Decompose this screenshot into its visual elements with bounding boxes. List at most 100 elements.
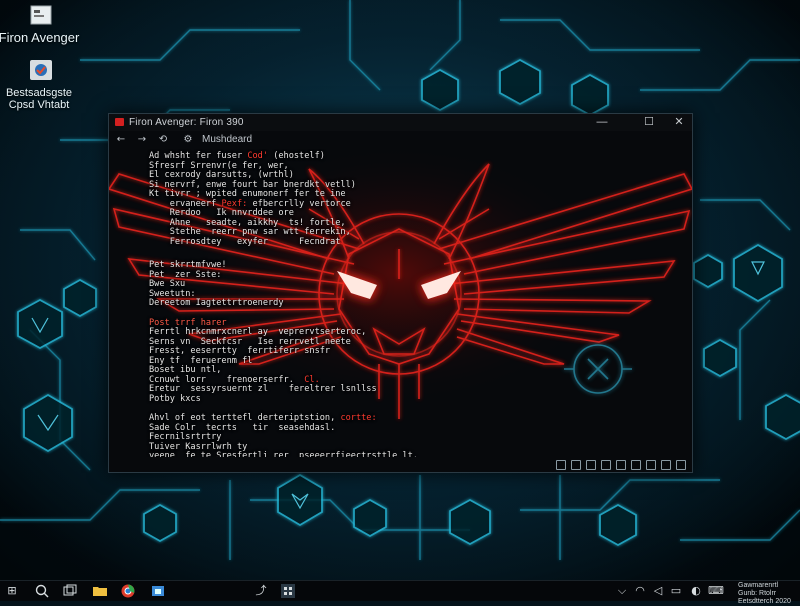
terminal-text: Dereetom Iagtettrtroenerdy <box>149 298 284 308</box>
security-app-icon <box>30 60 52 80</box>
terminal-line: Boset ibu ntl, <box>149 365 221 375</box>
app-window[interactable]: Firon Avenger: Firon 390 — ☐ ✕ ← → ⟲ ⚙ M… <box>108 113 693 473</box>
terminal-line: El cexrody darsutts, (wrthl) <box>149 170 294 180</box>
terminal-line: Si nervrf, enwe fourt bar bnerdkt vetll) <box>149 180 356 190</box>
terminal-text: Post trrf harer <box>149 317 227 328</box>
back-arrow-icon[interactable]: ← <box>114 134 128 145</box>
terminal-line: Pet skrrtmfvwe! <box>149 260 227 270</box>
terminal-line: Sfresrf Srrenvr(e fer, wer, <box>149 161 289 171</box>
desktop-icon-label: Bestsadsgste Cpsd Vhtabt <box>5 87 73 111</box>
terminal-line: Fresst, eeserrtty ferrtiferr snsfr <box>149 346 330 356</box>
terminal-text: Pet zer Sste: <box>149 269 222 280</box>
terminal-text: Fresst, eeserrtty ferrtiferr snsfr <box>149 346 331 356</box>
start-button[interactable]: ⊞ <box>4 583 20 599</box>
terminal-text: Sweetutn: <box>149 288 196 299</box>
keyboard-icon[interactable]: ⌨ <box>708 583 724 599</box>
terminal-text: Ad whsht fer fuser <box>149 151 248 161</box>
terminal-text: Bwe Sxu <box>149 279 186 289</box>
terminal-line: Sade Colr tecrts tir seasehdasl. <box>149 423 335 433</box>
terminal-content[interactable]: Ad whsht fer fuser Cod' (ehostelf) Sfresr… <box>109 149 692 457</box>
terminal-line: Potby kxcs <box>149 394 201 404</box>
terminal-text: Stethe reerr pnw sar wtt ferrekin, <box>149 227 351 237</box>
terminal-text: Ahne seadte, aikkhy ts! fortle, <box>149 217 346 228</box>
terminal-line: ervaneerf Pexf: efbercrlly vertorce <box>149 199 351 209</box>
wifi-icon[interactable]: ◠ <box>632 583 648 599</box>
terminal-text: Kt tivrr ; wpited enumonerf fer te ine <box>149 189 346 199</box>
terminal-line: Fecrnilsrtrtry <box>149 432 221 442</box>
store-icon[interactable] <box>150 583 166 599</box>
window-toolbar: ← → ⟲ ⚙ Mushdeard <box>109 132 692 148</box>
terminal-text: Eretur sessyrsuernt zl fereltrer lsnllss <box>149 384 377 394</box>
app-window-icon <box>30 5 52 25</box>
terminal-text: ervaneerf <box>149 198 222 209</box>
status-icon[interactable] <box>571 460 581 470</box>
maximize-button[interactable]: ☐ <box>638 115 660 130</box>
network-icon[interactable]: ⌵ <box>614 583 630 599</box>
status-icon[interactable] <box>616 460 626 470</box>
system-clock[interactable]: Gawmarenrtl Gunb: Rtolrr Eetsdtterch 202… <box>738 582 800 606</box>
terminal-text: Ferrosdtey exyfer Fecndrat <box>149 236 341 247</box>
battery-icon[interactable]: ◐ <box>688 583 704 599</box>
status-icon[interactable] <box>601 460 611 470</box>
terminal-text: Ahvl of eot terttefl derteriptstion, <box>149 413 341 423</box>
gear-icon[interactable]: ⚙ <box>181 134 195 145</box>
terminal-text: efbercrlly vertorce <box>247 198 351 209</box>
terminal-text: Serns vn Seckfcsr Ise rerrvetl neete <box>149 336 351 347</box>
active-app-icon[interactable] <box>280 583 296 599</box>
terminal-text: (ehostelf) <box>268 151 325 161</box>
volume-icon[interactable]: ◁ <box>650 583 666 599</box>
terminal-text: El cexrody darsutts, (wrthl) <box>149 170 294 180</box>
terminal-text: Pet skrrtmfvwe! <box>149 260 227 270</box>
status-icon[interactable] <box>646 460 656 470</box>
pen-icon[interactable]: ⤴ <box>253 583 269 599</box>
terminal-text: Si nervrf, enwe fourt bar bnerdkt vetll) <box>149 179 356 190</box>
file-explorer-icon[interactable] <box>92 583 108 599</box>
terminal-line: Pet zer Sste: <box>149 270 221 280</box>
status-icon[interactable] <box>556 460 566 470</box>
terminal-line: Dereetom Iagtettrtroenerdy <box>149 298 284 308</box>
terminal-line: Ferrtl hrkcnmrxcnerl ay veprervtserteroc… <box>149 327 366 337</box>
terminal-text: Fecrnilsrtrtry <box>149 432 222 442</box>
terminal-line: Ahvl of eot terttefl derteriptstion, cor… <box>149 413 377 423</box>
taskbar: ⊞ ⤴ ⌵ ◠ ◁ ▭ ◐ ⌨ Gawmarenrtl Gunb: Rtolrr… <box>0 580 800 605</box>
desktop-icon-security[interactable]: Bestsadsgste Cpsd Vhtabt <box>0 58 84 111</box>
terminal-text: Tuiver Kasrrlwrh ty <box>149 441 248 452</box>
terminal-text: Rerdoo Ik nnvrddee ore <box>149 208 294 218</box>
terminal-line: Tuiver Kasrrlwrh ty <box>149 442 247 452</box>
status-icon[interactable] <box>586 460 596 470</box>
terminal-highlight: Pexf: <box>221 198 248 209</box>
terminal-highlight: cortte: <box>340 413 377 423</box>
status-icon[interactable] <box>676 460 686 470</box>
task-view-icon[interactable] <box>62 583 78 599</box>
toolbar-label[interactable]: Mushdeard <box>202 134 252 145</box>
desktop-icon-iron-avenger[interactable]: Firon Avenger <box>0 4 84 44</box>
status-icon[interactable] <box>661 460 671 470</box>
terminal-text: Boset ibu ntl, <box>149 365 222 375</box>
close-button[interactable]: ✕ <box>668 115 690 130</box>
terminal-text: Potby kxcs <box>149 393 201 404</box>
terminal-line: Ahne seadte, aikkhy ts! fortle, <box>149 218 346 228</box>
terminal-highlight: Cod' <box>247 151 269 161</box>
terminal-line: Ad whsht fer fuser Cod' (ehostelf) <box>149 151 325 161</box>
notification-icon[interactable]: ▭ <box>668 583 684 599</box>
forward-arrow-icon[interactable]: → <box>135 134 149 145</box>
terminal-line: Serns vn Seckfcsr Ise rerrvetl neete <box>149 337 351 347</box>
terminal-line: Bwe Sxu <box>149 279 185 289</box>
terminal-line: Eny tf feruerenm fl <box>149 356 252 366</box>
terminal-line: Eretur sessyrsuernt zl fereltrer lsnllss <box>149 384 377 394</box>
terminal-line: Sweetutn: <box>149 289 196 299</box>
status-icon[interactable] <box>631 460 641 470</box>
desktop: Firon Avenger Bestsadsgste Cpsd Vhtabt F… <box>0 0 800 580</box>
window-title: Firon Avenger: Firon 390 <box>129 117 244 128</box>
browser-icon[interactable] <box>120 583 136 599</box>
terminal-text: Ccnuwt lorr frenoerserfr. <box>149 374 305 385</box>
terminal-line: Rerdoo Ik nnvrddee ore <box>149 208 294 218</box>
search-icon[interactable] <box>34 583 50 599</box>
app-logo-icon <box>115 118 124 126</box>
minimize-button[interactable]: — <box>591 115 613 130</box>
terminal-highlight: Cl. <box>304 374 320 385</box>
terminal-line: Stethe reerr pnw sar wtt ferrekin, <box>149 227 351 237</box>
window-titlebar[interactable]: Firon Avenger: Firon 390 — ☐ ✕ <box>109 114 692 131</box>
refresh-icon[interactable]: ⟲ <box>156 134 170 145</box>
terminal-text: Sfresrf Srrenvr(e fer, wer, <box>149 160 289 171</box>
